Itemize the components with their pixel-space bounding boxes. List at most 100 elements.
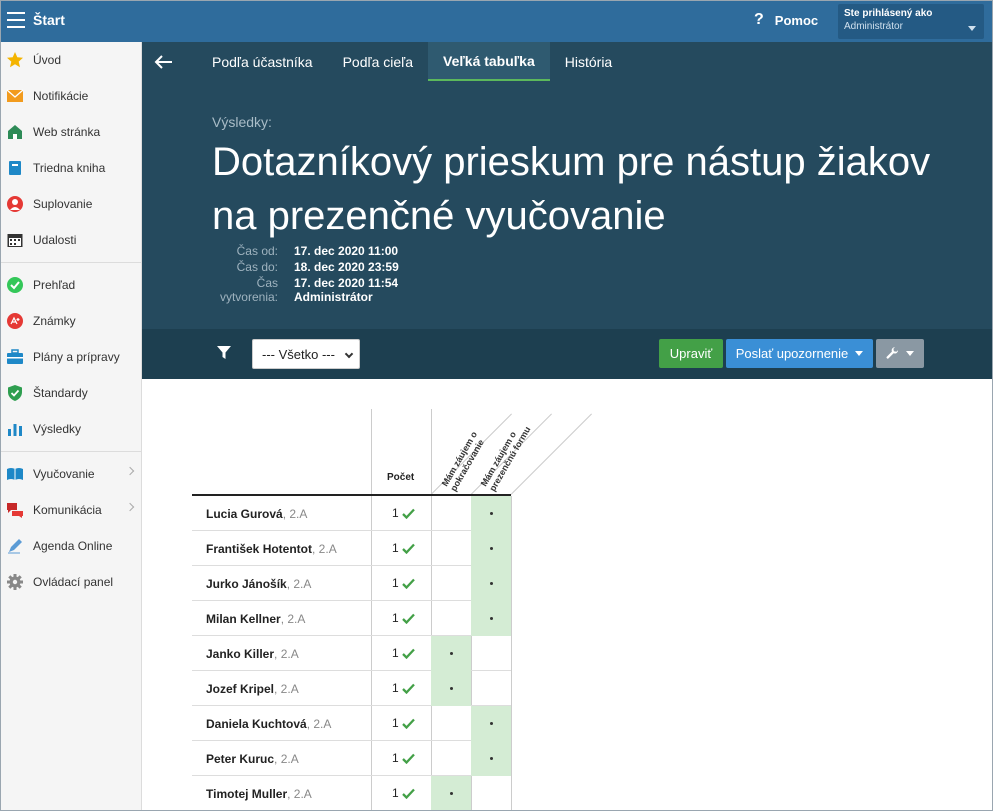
tab-podla-ciela[interactable]: Podľa cieľa — [328, 42, 428, 81]
sidebar-item-plany-a-pripravy[interactable]: Plány a prípravy — [1, 339, 141, 375]
sidebar-item-prehlad[interactable]: Prehľad — [1, 267, 141, 303]
participant-name[interactable]: Jozef Kripel, 2.A — [206, 682, 299, 696]
created-label-1: Čas — [256, 276, 278, 290]
tab-velka-tabulka[interactable]: Veľká tabuľka — [428, 42, 550, 81]
table-row: Daniela Kuchtová, 2.A 1 — [192, 706, 511, 741]
table-row: Janko Killer, 2.A 1 — [192, 636, 511, 671]
table-row: Jozef Kripel, 2.A 1 — [192, 671, 511, 706]
participant-name[interactable]: Milan Kellner, 2.A — [206, 612, 305, 626]
sidebar-item-vysledky[interactable]: Výsledky — [1, 411, 141, 447]
sidebar-item-komunikacia[interactable]: Komunikácia — [1, 492, 141, 528]
send-notification-button[interactable]: Poslať upozornenie — [726, 339, 873, 368]
time-from-label: Čas od: — [236, 244, 278, 258]
column-divider — [511, 496, 512, 810]
sidebar-item-web-stranka[interactable]: Web stránka — [1, 114, 141, 150]
answer-cell-option2 — [471, 671, 511, 706]
filter-select-value: --- Všetko --- — [262, 347, 335, 362]
participant-name-text: Daniela Kuchtová — [206, 717, 307, 731]
sidebar-item-vyucovanie[interactable]: Vyučovanie — [1, 456, 141, 492]
app-title[interactable]: Štart — [33, 12, 65, 28]
answer-count: 1 — [392, 751, 415, 765]
help-button[interactable]: ? Pomoc — [754, 11, 818, 29]
tab-podla-ucastnika[interactable]: Podľa účastníka — [197, 42, 328, 81]
answer-count: 1 — [392, 576, 415, 590]
hamburger-menu-icon[interactable] — [7, 12, 25, 28]
participant-name[interactable]: Jurko Jánošík, 2.A — [206, 577, 311, 591]
selected-dot-icon — [450, 792, 453, 795]
answer-cell-option1 — [431, 496, 471, 531]
envelope-icon — [6, 87, 24, 105]
participant-name[interactable]: Timotej Muller, 2.A — [206, 787, 312, 801]
tab-historia[interactable]: História — [550, 42, 627, 81]
sidebar-item-notifikacie[interactable]: Notifikácie — [1, 78, 141, 114]
answer-cell-option2 — [471, 566, 511, 601]
send-notification-label: Poslať upozornenie — [735, 346, 849, 361]
sidebar-item-label: Komunikácia — [33, 503, 102, 517]
sidebar-item-ovladaci-panel[interactable]: Ovládací panel — [1, 564, 141, 600]
answer-cell-option1 — [431, 741, 471, 776]
sidebar-item-label: Prehľad — [33, 278, 76, 292]
book-icon — [6, 159, 24, 177]
home-icon — [6, 123, 24, 141]
checkmark-icon — [401, 683, 415, 694]
participant-class: , 2.A — [274, 682, 299, 696]
participant-name[interactable]: František Hotentot, 2.A — [206, 542, 337, 556]
caret-down-icon — [855, 351, 864, 356]
sidebar-item-label: Udalosti — [33, 233, 77, 247]
sidebar-item-label: Ovládací panel — [33, 575, 114, 589]
selected-dot-icon — [490, 757, 493, 760]
sidebar-item-suplovanie[interactable]: Suplovanie — [1, 186, 141, 222]
shield-icon — [6, 384, 24, 402]
pen-icon — [6, 537, 24, 555]
user-menu[interactable]: Ste prihlásený ako Administrátor — [838, 4, 984, 39]
page-title: Dotazníkový prieskum pre nástup žiakov n… — [212, 140, 931, 238]
results-label: Výsledky: — [212, 114, 272, 130]
participant-name[interactable]: Peter Kuruc, 2.A — [206, 752, 299, 766]
answer-count-value: 1 — [392, 716, 399, 730]
answer-cell-option2 — [471, 706, 511, 741]
participant-name[interactable]: Janko Killer, 2.A — [206, 647, 299, 661]
person-icon — [6, 195, 24, 213]
answer-cell-option2 — [471, 741, 511, 776]
created-by: Administrátor — [294, 290, 373, 304]
answer-count-value: 1 — [392, 786, 399, 800]
participant-name[interactable]: Daniela Kuchtová, 2.A — [206, 717, 331, 731]
sidebar: Úvod Notifikácie Web stránka Triedna kniha S… — [1, 42, 142, 810]
filter-select[interactable]: --- Všetko --- — [252, 339, 360, 369]
sidebar-item-standardy[interactable]: Štandardy — [1, 375, 141, 411]
help-label: Pomoc — [774, 12, 819, 28]
answer-cell-option2 — [471, 636, 511, 671]
participant-class: , 2.A — [312, 542, 337, 556]
selected-dot-icon — [490, 512, 493, 515]
user-name: Administrátor — [844, 21, 903, 32]
sidebar-item-udalosti[interactable]: Udalosti — [1, 222, 141, 258]
participant-class: , 2.A — [274, 647, 299, 661]
edit-button[interactable]: Upraviť — [659, 339, 723, 368]
table-row: František Hotentot, 2.A 1 — [192, 531, 511, 566]
created-value: 17. dec 2020 11:54 — [294, 276, 399, 290]
sidebar-item-znamky[interactable]: Známky — [1, 303, 141, 339]
answer-count-value: 1 — [392, 541, 399, 555]
sidebar-item-agenda-online[interactable]: Agenda Online — [1, 528, 141, 564]
gear-icon — [6, 573, 24, 591]
back-arrow-icon[interactable] — [153, 54, 173, 70]
sidebar-item-label: Známky — [33, 314, 76, 328]
participant-name[interactable]: Lucia Gurová, 2.A — [206, 507, 307, 521]
participant-name-text: Jozef Kripel — [206, 682, 275, 696]
answer-count: 1 — [392, 541, 415, 555]
selected-dot-icon — [450, 652, 453, 655]
caret-down-icon — [906, 351, 914, 356]
table-row: Jurko Jánošík, 2.A 1 — [192, 566, 511, 601]
sidebar-item-label: Triedna kniha — [33, 161, 106, 175]
sidebar-item-uvod[interactable]: Úvod — [1, 42, 141, 78]
top-bar: Štart ? Pomoc Ste prihlásený ako Adminis… — [1, 1, 992, 42]
sidebar-item-label: Agenda Online — [33, 539, 113, 553]
chevron-right-icon — [125, 502, 135, 512]
answer-count: 1 — [392, 681, 415, 695]
participant-name-text: Janko Killer — [206, 647, 275, 661]
selected-dot-icon — [490, 582, 493, 585]
participant-name-text: František Hotentot — [206, 542, 313, 556]
sidebar-item-triedna-kniha[interactable]: Triedna kniha — [1, 150, 141, 186]
open-book-icon — [6, 465, 24, 483]
tools-button[interactable] — [876, 339, 924, 368]
